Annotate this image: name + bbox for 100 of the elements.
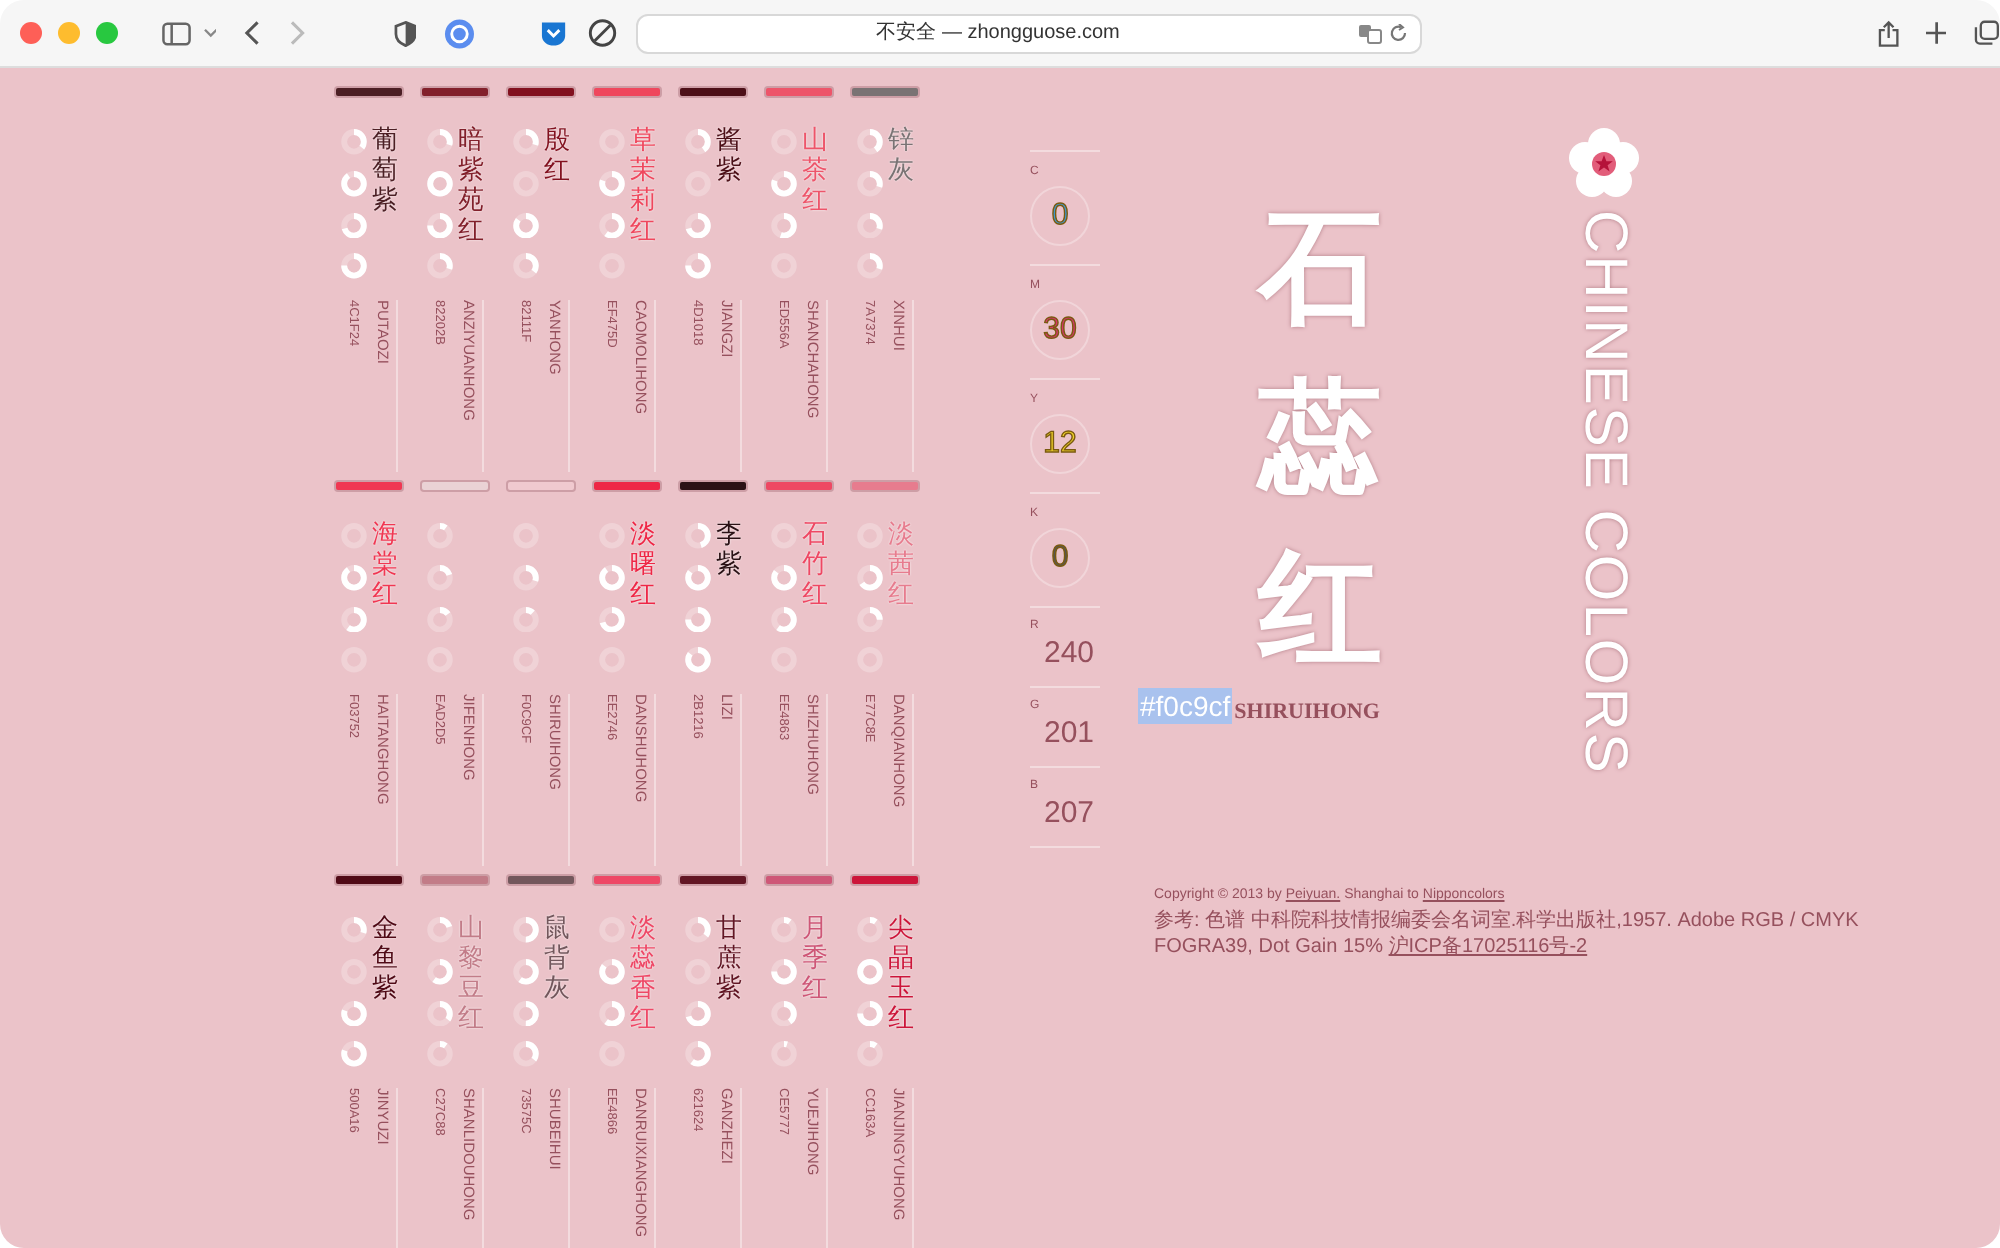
color-name: 暗紫苑红 <box>458 124 484 244</box>
ring-gauge <box>425 957 453 985</box>
color-swatch-bar[interactable] <box>852 876 918 884</box>
color-name: 锌灰 <box>888 124 914 184</box>
ring-gauge <box>597 605 625 633</box>
blocked-icon[interactable] <box>588 18 618 48</box>
sidebar-icon[interactable] <box>162 21 192 45</box>
back-icon[interactable] <box>244 20 261 46</box>
footer-link[interactable]: 沪ICP备17025116号-2 <box>1388 936 1588 958</box>
ring-gauge <box>339 605 367 633</box>
ring-gauge <box>855 999 883 1027</box>
ring-gauge <box>683 999 711 1027</box>
color-swatch-bar[interactable] <box>508 876 574 884</box>
ring-gauge <box>855 252 883 280</box>
color-swatch-bar[interactable] <box>852 482 918 490</box>
ring-gauge <box>683 1040 711 1068</box>
ring-gauge <box>425 252 453 280</box>
color-swatch-bar[interactable] <box>766 876 832 884</box>
ring-gauge <box>425 169 453 197</box>
color-swatch-bar[interactable] <box>852 88 918 96</box>
ring-gauge <box>425 1040 453 1068</box>
color-swatch-bar[interactable] <box>422 482 488 490</box>
color-swatch-bar[interactable] <box>508 88 574 96</box>
color-name: 草茉莉红 <box>630 124 656 244</box>
ring-gauge <box>511 916 539 944</box>
ring-gauge <box>425 128 453 156</box>
close-button[interactable] <box>20 22 42 44</box>
color-name: 葡萄紫 <box>372 124 398 214</box>
shield-icon[interactable] <box>393 19 417 47</box>
ring-gauge <box>339 1040 367 1068</box>
color-swatch-bar[interactable] <box>594 876 660 884</box>
ring-gauge <box>769 605 797 633</box>
ring-gauge <box>339 252 367 280</box>
ring-gauge <box>683 605 711 633</box>
ring-gauge <box>597 211 625 239</box>
ring-gauge <box>511 211 539 239</box>
color-swatch-bar[interactable] <box>336 482 402 490</box>
color-pinyin: SHIRUIHONG <box>1234 700 1380 724</box>
ring-gauge <box>769 563 797 591</box>
color-name: 尖晶玉红 <box>888 912 914 1032</box>
color-swatch-bar[interactable] <box>508 482 574 490</box>
color-name: 淡茜红 <box>888 518 914 608</box>
share-icon[interactable] <box>1878 19 1900 47</box>
ring-gauge <box>339 211 367 239</box>
ring-gauge <box>425 999 453 1027</box>
color-name: 淡蕊香红 <box>630 912 656 1032</box>
color-swatch-bar[interactable] <box>766 482 832 490</box>
color-name: 海棠红 <box>372 518 398 608</box>
ring-gauge <box>511 252 539 280</box>
color-name: 山黎豆红 <box>458 912 484 1032</box>
address-bar[interactable]: 不安全 — zhongguose.com <box>635 13 1423 53</box>
color-swatch-bar[interactable] <box>422 876 488 884</box>
minimize-button[interactable] <box>58 22 80 44</box>
ring-gauge <box>597 957 625 985</box>
channel-value: 12 <box>1030 414 1090 474</box>
color-swatch-bar[interactable] <box>422 88 488 96</box>
zoom-button[interactable] <box>96 22 118 44</box>
color-name: 石竹红 <box>802 518 828 608</box>
ring-gauge <box>511 957 539 985</box>
ring-gauge <box>511 1040 539 1068</box>
color-swatch-bar[interactable] <box>766 88 832 96</box>
flower-logo-icon <box>1566 126 1642 202</box>
ring-gauge <box>683 211 711 239</box>
ring-gauge <box>339 128 367 156</box>
reload-icon[interactable] <box>1390 23 1409 43</box>
color-name: 鼠背灰 <box>544 912 570 1002</box>
ring-gauge <box>769 1040 797 1068</box>
ring-gauge <box>511 999 539 1027</box>
shield-extension-icon[interactable] <box>539 19 567 47</box>
color-swatch-bar[interactable] <box>594 88 660 96</box>
ring-gauge <box>855 211 883 239</box>
ring-gauge <box>855 563 883 591</box>
color-swatch-bar[interactable] <box>680 88 746 96</box>
color-name: 月季红 <box>802 912 828 1002</box>
chevron-down-icon[interactable] <box>203 28 217 38</box>
color-swatch-bar[interactable] <box>336 876 402 884</box>
color-name: 李紫 <box>716 518 742 578</box>
new-tab-icon[interactable] <box>1925 22 1947 44</box>
extension-icon[interactable] <box>444 17 476 49</box>
ring-gauge <box>855 169 883 197</box>
ring-gauge <box>683 252 711 280</box>
ring-gauge <box>855 605 883 633</box>
ring-gauge <box>425 522 453 550</box>
translate-icon[interactable] <box>1358 23 1383 43</box>
ring-gauge <box>855 957 883 985</box>
channel-value: 201 <box>1044 716 1095 752</box>
ring-gauge <box>683 646 711 674</box>
ring-gauge <box>511 605 539 633</box>
color-swatch-bar[interactable] <box>680 482 746 490</box>
color-name: 酱紫 <box>716 124 742 184</box>
tabs-overview-icon[interactable] <box>1974 20 2000 46</box>
forward-icon[interactable] <box>290 20 306 46</box>
ring-gauge <box>597 169 625 197</box>
ring-gauge <box>769 957 797 985</box>
color-name-calligraphy: 石蕊红 <box>1258 200 1384 682</box>
color-swatch-bar[interactable] <box>680 876 746 884</box>
color-swatch-bar[interactable] <box>336 88 402 96</box>
ring-gauge <box>855 1040 883 1068</box>
color-swatch-bar[interactable] <box>594 482 660 490</box>
ring-gauge <box>855 128 883 156</box>
